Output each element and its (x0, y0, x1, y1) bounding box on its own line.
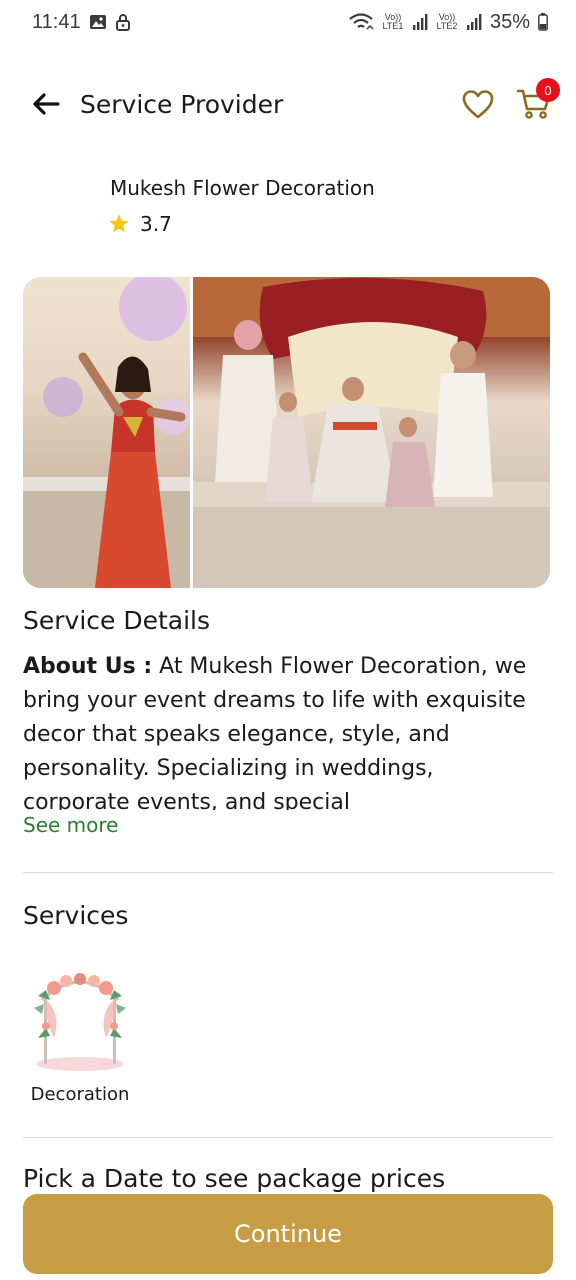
gallery-notification-icon (89, 13, 107, 31)
about-us-text: About Us : At Mukesh Flower Decoration, … (23, 650, 543, 810)
provider-gallery[interactable] (23, 277, 550, 588)
back-button[interactable] (30, 88, 62, 120)
service-item-label: Decoration (30, 1084, 130, 1105)
see-more-link[interactable]: See more (23, 813, 118, 837)
signal-2-icon (466, 14, 482, 30)
lte2-label: Vo)) LTE2 (436, 12, 458, 31)
wifi-icon (348, 12, 374, 32)
cart-button[interactable]: 0 (514, 78, 560, 124)
page-title: Service Provider (80, 89, 284, 119)
provider-name: Mukesh Flower Decoration (110, 176, 375, 200)
service-item-decoration[interactable]: Decoration (24, 968, 136, 1110)
about-us-label: About Us : (23, 654, 153, 679)
battery-percent: 35% (489, 10, 530, 33)
favorite-button[interactable] (460, 86, 496, 122)
lock-notification-icon (115, 13, 131, 31)
heart-icon (462, 90, 494, 119)
continue-button[interactable]: Continue (23, 1194, 553, 1274)
signal-1-icon (412, 14, 428, 30)
status-time: 11:41 (32, 10, 81, 33)
rating-value: 3.7 (140, 212, 172, 236)
lte1-icon: Vo)) LTE1 (382, 13, 404, 31)
divider-1 (23, 872, 553, 873)
divider-2 (23, 1137, 553, 1138)
gallery-photo-dancer (23, 277, 190, 588)
status-bar: 11:41 Vo)) LTE1 Vo)) LTE2 35% (0, 0, 576, 44)
cart-count-badge: 0 (536, 78, 560, 102)
status-left: 11:41 (32, 11, 131, 34)
services-title: Services (23, 901, 129, 930)
battery-icon (538, 13, 548, 31)
floral-arch-image (34, 973, 126, 1071)
gallery-photo-wedding (193, 277, 550, 588)
arrow-left-icon (33, 93, 60, 115)
status-right: Vo)) LTE1 Vo)) LTE2 35% (348, 11, 548, 34)
provider-rating: 3.7 (108, 212, 172, 236)
pick-date-title: Pick a Date to see package prices (23, 1164, 446, 1193)
lte2-icon: Vo)) LTE2 (436, 13, 458, 31)
star-icon (109, 214, 129, 233)
app-bar: Service Provider 0 (0, 74, 576, 134)
lte1-label: Vo)) LTE1 (382, 12, 404, 31)
service-details-title: Service Details (23, 606, 211, 635)
